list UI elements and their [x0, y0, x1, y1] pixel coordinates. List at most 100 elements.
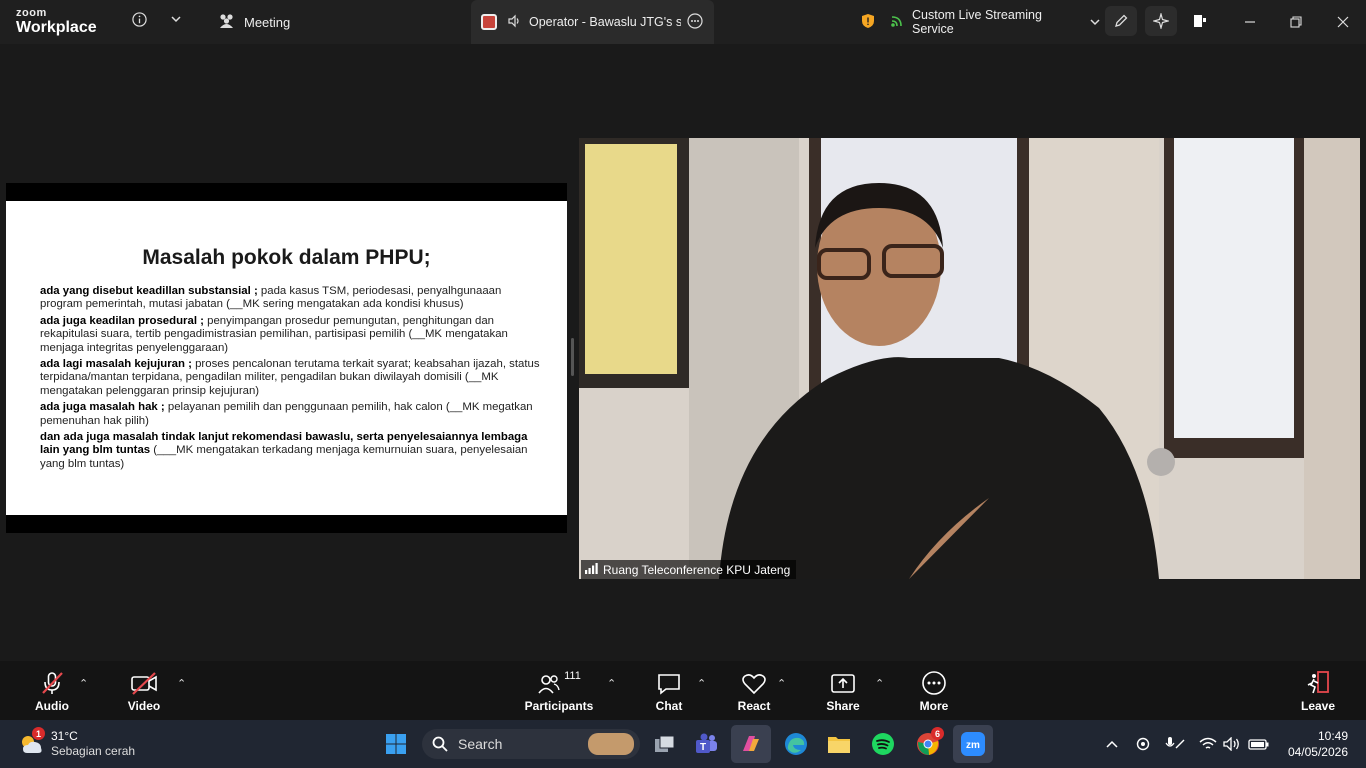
share-screen-icon — [831, 674, 855, 693]
slide-title: Masalah pokok dalam PHPU; — [142, 246, 431, 269]
minimize-icon[interactable] — [1240, 12, 1260, 32]
tab-meeting-label: Meeting — [244, 14, 291, 30]
split-resize-handle[interactable] — [571, 338, 574, 376]
annotate-pen-icon[interactable] — [1105, 6, 1137, 36]
chat-options-caret[interactable]: ⌃ — [697, 677, 706, 690]
participants-label: Participants — [524, 699, 594, 713]
participant-name-tag: Ruang Teleconference KPU Jateng — [581, 560, 797, 579]
live-signal-icon — [890, 14, 906, 31]
participants-options-caret[interactable]: ⌃ — [607, 677, 616, 690]
live-streaming-label: Custom Live Streaming Service — [912, 8, 1042, 36]
search-highlight-image-icon — [588, 733, 634, 755]
video-button[interactable]: Video — [122, 661, 166, 720]
volume-icon[interactable] — [1221, 734, 1243, 754]
slide-paragraph: ada yang disebut keadillan substansial ;… — [40, 285, 502, 311]
leave-button[interactable]: Leave — [1297, 661, 1339, 720]
brand-top: zoom — [16, 7, 47, 19]
file-explorer-icon[interactable] — [825, 731, 853, 757]
windows-start-icon[interactable] — [382, 730, 410, 758]
audio-label: Audio — [35, 699, 69, 713]
more-options-icon[interactable] — [687, 12, 703, 32]
audio-options-caret[interactable]: ⌃ — [79, 677, 88, 690]
search-placeholder: Search — [458, 736, 503, 752]
slide-paragraph: ada juga masalah hak ; pelayanan pemilih… — [40, 401, 533, 427]
copilot-icon[interactable] — [731, 725, 771, 763]
microphone-muted-icon — [42, 672, 63, 694]
restore-icon[interactable] — [1286, 12, 1306, 32]
signal-strength-icon — [585, 562, 598, 577]
react-label: React — [737, 699, 771, 713]
clock-time: 10:49 — [1317, 729, 1348, 743]
svg-text:T: T — [700, 742, 706, 753]
shared-slide: Masalah pokok dalam PHPU; ada yang diseb… — [6, 201, 567, 515]
clock-date: 04/05/2026 — [1287, 745, 1348, 759]
leave-door-icon — [1307, 671, 1329, 694]
tab-screen-share[interactable]: Operator - Bawaslu JTG's scre — [471, 0, 714, 44]
slide-paragraph: ada lagi masalah kejujuran ; proses penc… — [40, 358, 540, 397]
zoom-app-icon[interactable]: zm — [953, 725, 993, 763]
live-streaming-status[interactable]: Custom Live Streaming Service — [890, 0, 1100, 44]
chevron-down-icon[interactable] — [168, 10, 184, 28]
search-icon — [432, 736, 448, 752]
wifi-icon[interactable] — [1197, 734, 1219, 754]
people-icon — [218, 13, 236, 32]
participants-icon — [538, 675, 560, 694]
side-panel-icon[interactable] — [1189, 10, 1211, 32]
leave-label: Leave — [1300, 699, 1336, 713]
video-frame-illustration — [579, 138, 1360, 579]
chat-button[interactable]: Chat — [648, 661, 690, 720]
info-icon[interactable] — [130, 10, 148, 28]
slide-paragraph: dan ada juga masalah tindak lanjut rekom… — [40, 431, 528, 470]
weather-desc: Sebagian cerah — [51, 744, 136, 758]
weather-temp: 31°C — [51, 729, 78, 743]
tab-screen-share-label: Operator - Bawaslu JTG's scre — [529, 15, 681, 29]
close-icon[interactable] — [1333, 12, 1353, 32]
more-button[interactable]: More — [913, 661, 955, 720]
share-button[interactable]: Share — [821, 661, 865, 720]
taskbar-search[interactable]: Search — [422, 729, 640, 759]
chevron-down-icon — [1090, 15, 1100, 29]
more-dots-icon — [922, 671, 946, 695]
battery-charging-icon[interactable] — [1247, 734, 1271, 754]
slide-paragraph: ada juga keadilan prosedural ; penyimpan… — [40, 314, 508, 354]
svg-text:zm: zm — [966, 740, 980, 751]
react-options-caret[interactable]: ⌃ — [777, 677, 786, 690]
audio-button[interactable]: Audio — [30, 661, 74, 720]
more-label: More — [919, 699, 949, 713]
video-label: Video — [127, 699, 161, 713]
location-icon[interactable] — [1133, 734, 1153, 754]
teams-icon[interactable]: T — [693, 731, 721, 757]
share-label: Share — [826, 699, 860, 713]
slide-body: ada yang disebut keadillan substansial ;… — [40, 285, 540, 474]
participant-video[interactable] — [579, 138, 1360, 579]
speaker-icon — [507, 14, 521, 31]
tray-overflow-chevron-icon[interactable] — [1103, 734, 1121, 754]
share-options-caret[interactable]: ⌃ — [875, 677, 884, 690]
os-taskbar — [0, 720, 1366, 768]
chat-bubble-icon — [658, 674, 680, 695]
weather-text[interactable]: 31°C Sebagian cerah — [51, 729, 135, 759]
ai-sparkle-icon[interactable] — [1145, 6, 1177, 36]
app-logo: zoom Workplace — [16, 8, 97, 36]
chrome-badge: 6 — [931, 727, 944, 740]
weather-badge: 1 — [32, 727, 45, 740]
participants-count: 111 — [564, 670, 581, 682]
react-button[interactable]: React — [732, 661, 776, 720]
heart-icon — [742, 674, 766, 695]
edge-browser-icon[interactable] — [782, 731, 810, 757]
participant-name: Ruang Teleconference KPU Jateng — [603, 562, 791, 577]
app-thumbnail-icon — [481, 14, 497, 30]
meeting-controls: Audio ⌃ Video ⌃ 111 Participants ⌃ Chat … — [0, 661, 1366, 720]
shield-icon[interactable] — [859, 11, 877, 31]
mic-in-use-icon[interactable] — [1163, 734, 1187, 754]
participants-button[interactable]: 111 Participants — [524, 661, 594, 720]
spotify-icon[interactable] — [869, 731, 897, 757]
title-bar: zoom Workplace Meeting Operator - Bawasl… — [0, 0, 1366, 44]
video-options-caret[interactable]: ⌃ — [177, 677, 186, 690]
chat-label: Chat — [655, 699, 683, 713]
taskbar-clock[interactable]: 10:49 04/05/2026 — [1280, 728, 1348, 760]
camera-off-icon — [131, 672, 157, 695]
brand-bottom: Workplace — [16, 19, 97, 36]
task-view-icon[interactable] — [651, 731, 679, 757]
tab-meeting[interactable]: Meeting — [218, 0, 458, 44]
